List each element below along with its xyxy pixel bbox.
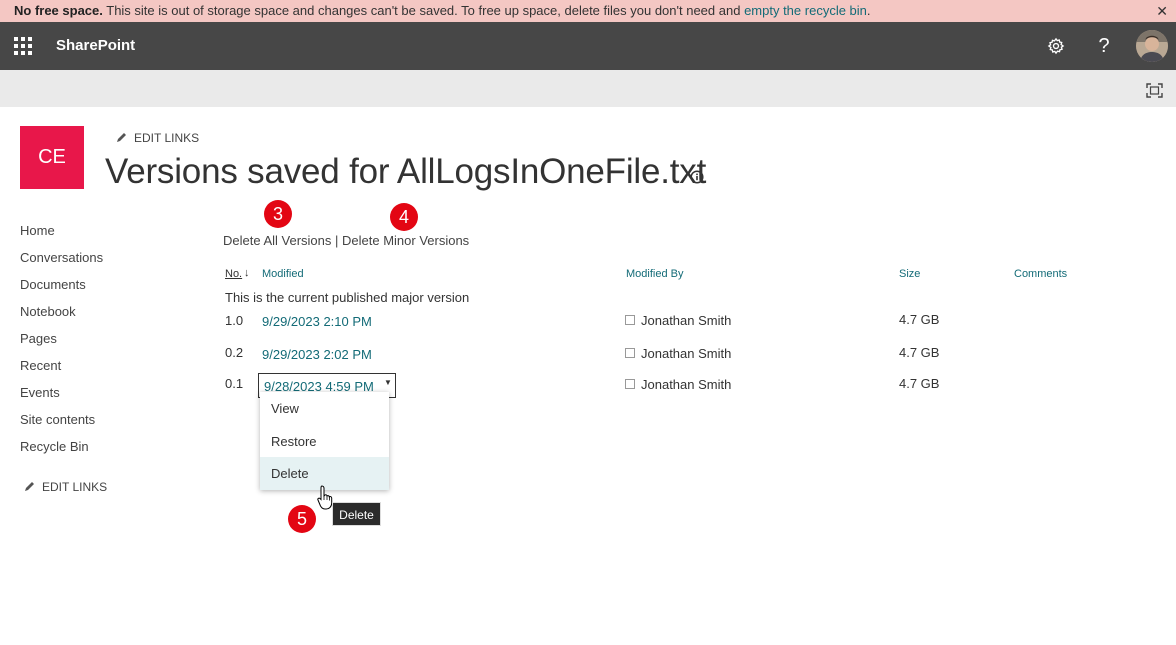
modified-by: Jonathan Smith [625,346,731,361]
edit-links-label: EDIT LINKS [134,131,200,145]
empty-recycle-bin-link[interactable]: empty the recycle bin [744,3,867,18]
banner-title: No free space. [14,3,103,18]
nav-item-conversations[interactable]: Conversations [20,249,103,276]
banner-text: This site is out of storage space and ch… [102,3,745,18]
nav-item-pages[interactable]: Pages [20,330,103,357]
nav-item-home[interactable]: Home [20,222,103,249]
left-nav: Home Conversations Documents Notebook Pa… [20,222,103,465]
chevron-down-icon[interactable]: ▼ [384,378,392,387]
modified-by: Jonathan Smith [625,377,731,392]
version-modified-link[interactable]: 9/29/2023 2:10 PM [262,314,372,329]
pencil-icon [117,133,126,142]
version-actions: Delete All Versions | Delete Minor Versi… [223,233,469,248]
user-presence-icon [625,379,635,389]
version-size: 4.7 GB [899,345,940,360]
edit-links-top[interactable]: EDIT LINKS [116,131,199,145]
column-header-size[interactable]: Size [899,268,920,280]
column-header-modified[interactable]: Modified [262,268,304,280]
nav-item-site-contents[interactable]: Site contents [20,411,103,438]
brand-name[interactable]: SharePoint [56,22,135,70]
actions-separator: | [331,233,343,248]
suite-bar: SharePoint ? [0,22,1176,70]
menu-item-restore[interactable]: Restore [260,425,389,458]
menu-item-view[interactable]: View [260,392,389,425]
modified-by: Jonathan Smith [625,313,731,328]
modified-by-name[interactable]: Jonathan Smith [641,313,731,328]
edit-links-nav-label: EDIT LINKS [42,480,108,494]
edit-links-nav[interactable]: EDIT LINKS [24,480,107,494]
version-context-menu: View Restore Delete [260,392,389,490]
column-header-no[interactable]: No. [225,268,242,280]
version-modified-link[interactable]: 9/29/2023 2:02 PM [262,347,372,362]
help-icon[interactable]: ? [1092,34,1116,58]
tooltip: Delete [332,502,381,526]
delete-minor-versions-link[interactable]: Delete Minor Versions [342,233,469,248]
app-launcher-icon[interactable] [14,37,32,55]
site-logo[interactable]: CE [20,126,84,189]
page-title: Versions saved for AllLogsInOneFile.txt [105,152,707,191]
version-size: 4.7 GB [899,376,940,391]
modified-by-name[interactable]: Jonathan Smith [641,346,731,361]
version-number: 1.0 [225,313,244,328]
version-number: 0.1 [225,376,244,391]
step-badge-3: 3 [264,200,292,228]
column-header-comments[interactable]: Comments [1014,268,1067,280]
column-header-modified-by[interactable]: Modified By [626,268,683,280]
user-presence-icon [625,315,635,325]
pencil-icon [25,482,34,491]
user-presence-icon [625,348,635,358]
ribbon [0,70,1176,107]
nav-item-recycle-bin[interactable]: Recycle Bin [20,438,103,465]
step-badge-4: 4 [390,203,418,231]
gear-icon[interactable] [1044,34,1068,58]
nav-item-recent[interactable]: Recent [20,357,103,384]
nav-item-events[interactable]: Events [20,384,103,411]
version-number: 0.2 [225,345,244,360]
step-badge-5: 5 [288,505,316,533]
focus-mode-icon[interactable] [1146,83,1163,98]
avatar[interactable] [1136,30,1168,62]
nav-item-documents[interactable]: Documents [20,276,103,303]
close-icon[interactable]: ✕ [1156,0,1168,22]
banner-end: . [866,3,871,18]
version-size: 4.7 GB [899,312,940,327]
sort-descending-icon: ↓ [244,267,250,279]
modified-by-name[interactable]: Jonathan Smith [641,377,731,392]
nav-item-notebook[interactable]: Notebook [20,303,103,330]
delete-all-versions-link[interactable]: Delete All Versions [223,233,331,248]
storage-warning-banner: No free space. This site is out of stora… [0,0,1176,22]
info-icon[interactable] [690,170,704,184]
current-version-note: This is the current published major vers… [225,290,470,305]
